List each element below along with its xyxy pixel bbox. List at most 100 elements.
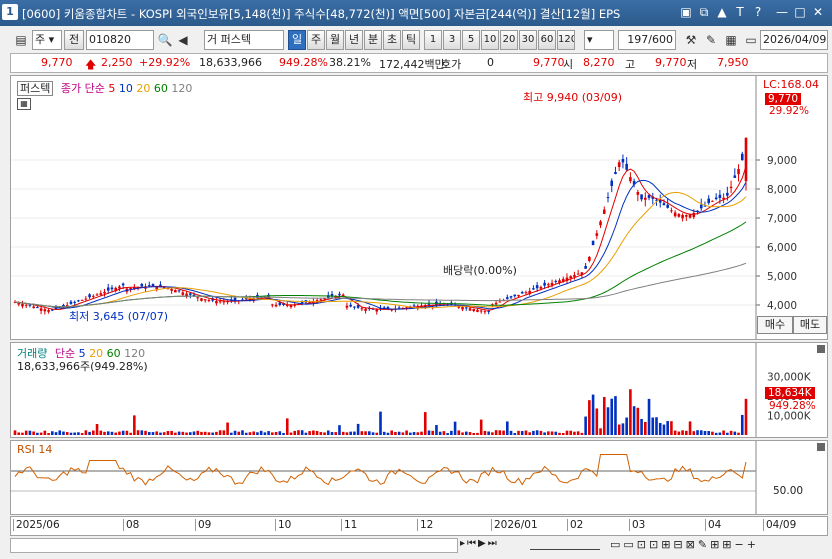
interval-tab[interactable]: 3 xyxy=(443,30,461,50)
volume-bar xyxy=(740,414,744,435)
volume-bar xyxy=(106,431,110,435)
screen-icon[interactable]: ▣ xyxy=(678,4,694,20)
rsi-close-icon[interactable] xyxy=(817,443,825,451)
grid-icon[interactable]: ▦ xyxy=(17,98,31,110)
y-tick-label: 8,000 xyxy=(767,184,797,196)
draw-icon[interactable]: ✎ xyxy=(702,30,720,50)
tool-icon[interactable]: ⚒ xyxy=(682,30,700,50)
help-icon[interactable]: ? xyxy=(750,4,766,20)
high-price: 9,770 xyxy=(655,56,687,69)
period-tab[interactable]: 월 xyxy=(326,30,344,50)
candle-body xyxy=(412,305,416,307)
y-tick-label: 7,000 xyxy=(767,213,797,225)
search-icon[interactable]: 🔍 xyxy=(156,30,174,50)
pin-icon[interactable]: ▲ xyxy=(714,4,730,20)
volume-bar xyxy=(196,430,200,435)
volume-bar xyxy=(707,431,711,435)
volume-panel[interactable]: 30,000K20,000K10,000K 거래량 단순 5 20 60 120… xyxy=(10,342,828,438)
rsi-panel[interactable]: RSI 14 50.00 xyxy=(10,440,828,515)
period-tab[interactable]: 분 xyxy=(364,30,382,50)
volume-bar xyxy=(390,430,393,435)
close-icon[interactable]: ✕ xyxy=(810,4,826,20)
scroll-track[interactable] xyxy=(10,538,458,553)
volume-bar xyxy=(506,421,509,435)
interval-tab[interactable]: 5 xyxy=(462,30,480,50)
volume-bar xyxy=(47,433,50,435)
maximize-icon[interactable]: □ xyxy=(792,4,808,20)
volume-bar xyxy=(681,430,684,435)
scroll-nav-icons[interactable]: ▸⏮▶⏭ xyxy=(460,538,524,553)
candle-body xyxy=(524,292,528,294)
volume-bar xyxy=(472,432,476,435)
candle-body xyxy=(487,310,490,312)
interval-tab[interactable]: 60 xyxy=(538,30,556,50)
period-tab[interactable]: 주 xyxy=(307,30,325,50)
minimize-icon[interactable]: — xyxy=(774,4,790,20)
volume-bar xyxy=(338,425,341,435)
volume-bar xyxy=(259,430,263,435)
interval-tab[interactable]: 1 xyxy=(424,30,442,50)
date-input[interactable]: 2026/04/09 xyxy=(760,30,828,50)
count-field[interactable]: 197/600 xyxy=(618,30,676,50)
volume-bar xyxy=(409,432,412,435)
calendar-icon[interactable]: ▭ xyxy=(742,30,760,50)
volume-bar xyxy=(535,430,539,435)
volume-bar xyxy=(699,430,703,435)
candle-body xyxy=(483,311,487,313)
volume-bar xyxy=(580,432,584,435)
copy-icon[interactable]: ⧉ xyxy=(696,4,712,20)
period-tab[interactable]: 틱 xyxy=(402,30,420,50)
low-annotation: 최저 3,645 (07/07) xyxy=(69,310,169,323)
volume-bar xyxy=(159,432,162,435)
volume-bar xyxy=(215,431,218,435)
open-price: 8,270 xyxy=(583,56,615,69)
candle-body xyxy=(215,301,218,304)
price-chart-panel[interactable]: 9,000 8,000 7,000 6,000 5,000 4,000 퍼스텍 종가 단순… xyxy=(10,75,828,340)
volume-bar xyxy=(73,432,76,435)
prev-button[interactable]: 전 xyxy=(64,30,84,50)
code-input[interactable]: 010820 xyxy=(86,30,154,50)
candle-body xyxy=(625,163,628,170)
font-icon[interactable]: T xyxy=(732,4,748,20)
period-tab[interactable]: 일 xyxy=(288,30,306,50)
period-tab[interactable]: 년 xyxy=(345,30,363,50)
buy-button[interactable]: 매수 xyxy=(757,316,793,334)
volume-bar xyxy=(509,430,513,435)
sound-icon[interactable]: ◀ xyxy=(174,30,192,50)
bottom-tool-icons[interactable]: ▭▭⊡⊡⊞⊟⊠✎⊞⊞−+ xyxy=(610,538,759,551)
volume-bar xyxy=(88,431,91,435)
quote-label: 호가 xyxy=(441,58,462,71)
volume-bar xyxy=(58,430,62,435)
type-select[interactable]: 주 ▾ xyxy=(32,30,62,50)
zoom-slider[interactable] xyxy=(530,540,600,550)
volume-bar xyxy=(278,431,282,435)
volume-bar xyxy=(569,430,573,435)
volume-bar xyxy=(420,431,423,435)
volume-tick-label: 10,000K xyxy=(767,411,812,423)
interval-tab[interactable]: 120 xyxy=(557,30,575,50)
change-pct: +29.92% xyxy=(139,56,191,69)
volume-bar xyxy=(353,431,356,435)
volume-bar xyxy=(386,432,390,435)
volume-bar xyxy=(267,431,270,435)
save-icon[interactable]: ▦ xyxy=(722,30,740,50)
panel-close-icon[interactable] xyxy=(817,345,825,353)
interval-tab[interactable]: 30 xyxy=(519,30,537,50)
dividend-annotation: 배당락(0.00%) xyxy=(443,264,517,277)
x-axis-label: 04 xyxy=(705,519,721,531)
interval-tab[interactable]: 20 xyxy=(500,30,518,50)
sell-button[interactable]: 매도 xyxy=(793,316,827,334)
candle-body xyxy=(177,290,181,292)
candle-body xyxy=(506,297,509,299)
volume-bar xyxy=(617,424,621,435)
stock-name-field[interactable]: 거 퍼스텍 xyxy=(204,30,284,50)
candle-body xyxy=(77,300,80,302)
volume-bar xyxy=(405,430,408,435)
interval-tab[interactable]: 10 xyxy=(481,30,499,50)
x-axis-label: 2025/06 xyxy=(13,519,60,531)
period-tab[interactable]: 초 xyxy=(383,30,401,50)
candle-body xyxy=(21,303,24,307)
interval-select[interactable]: ▾ xyxy=(584,30,614,50)
candle-body xyxy=(461,306,464,310)
chart-icon[interactable]: ▤ xyxy=(12,30,30,50)
